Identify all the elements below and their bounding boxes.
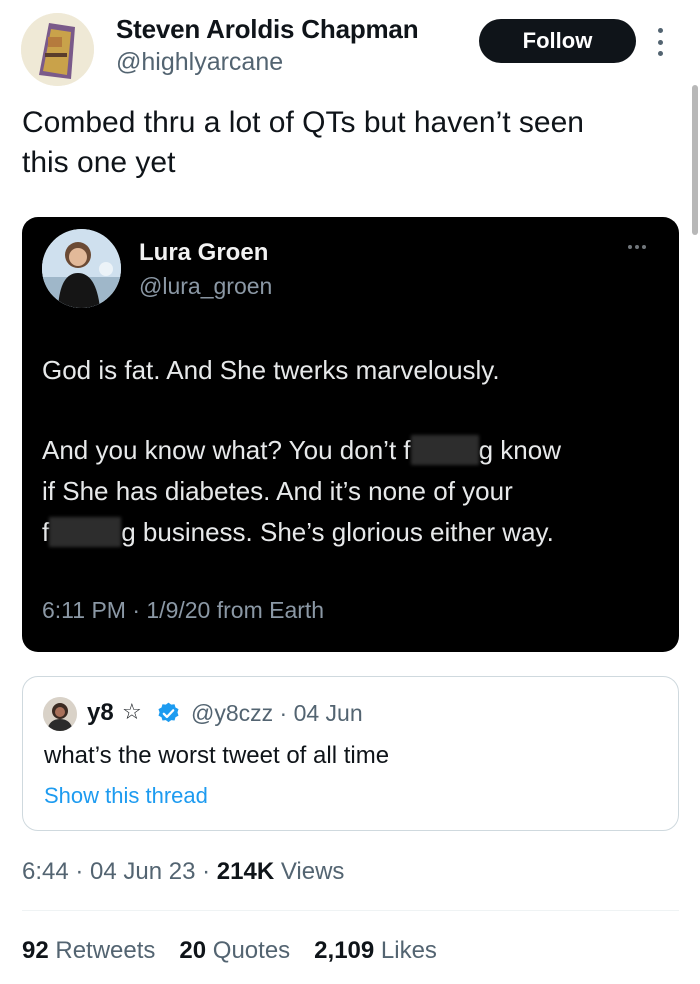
likes-count: 2,109 — [314, 937, 375, 964]
embedded-avatar — [42, 229, 121, 308]
quoted-handle-date: @y8czz · 04 Jun — [191, 700, 363, 726]
quoted-avatar[interactable] — [43, 697, 77, 731]
more-options-icon[interactable] — [650, 24, 670, 60]
author-handle[interactable]: @highlyarcane — [116, 48, 283, 77]
author-name[interactable]: Steven Aroldis Chapman — [116, 14, 419, 45]
tweet-image[interactable]: Lura Groen @lura_groen God is fat. And S… — [22, 217, 679, 652]
show-thread-link[interactable]: Show this thread — [44, 783, 208, 809]
divider — [22, 910, 679, 911]
embedded-text-segment: And you know what? You don’t f — [42, 435, 411, 465]
embedded-handle: @lura_groen — [139, 273, 273, 299]
views-count: 214K — [216, 858, 275, 885]
embedded-text-line: And you know what? You don’t f g know — [42, 435, 561, 466]
embedded-text-line: if She has diabetes. And it’s none of yo… — [42, 476, 513, 506]
engagement-stats: 92 Retweets 20 Quotes 2,109 Likes — [22, 937, 437, 965]
verified-badge-icon — [158, 702, 179, 723]
quotes-count: 20 — [179, 937, 207, 964]
scrollbar[interactable] — [692, 85, 698, 235]
tweet-meta: 6:44 · 04 Jun 23 · 214K Views — [22, 858, 344, 886]
author-avatar[interactable] — [21, 13, 94, 86]
embedded-text-line: God is fat. And She twerks marvelously. — [42, 355, 500, 385]
timestamp[interactable]: 6:44 · 04 Jun 23 · — [22, 858, 217, 885]
embedded-text-line: f g business. She’s glorious either way. — [42, 517, 554, 548]
quoted-text: what’s the worst tweet of all time — [44, 742, 390, 769]
embedded-name: Lura Groen — [139, 239, 269, 266]
retweets-stat[interactable]: 92 Retweets — [22, 937, 155, 965]
tweet-text-line: this one yet — [22, 146, 176, 179]
follow-button[interactable]: Follow — [479, 19, 636, 63]
quoted-avatar-image — [43, 697, 77, 731]
retweets-label: Retweets — [48, 937, 156, 964]
quotes-stat[interactable]: 20 Quotes — [179, 937, 290, 965]
retweets-count: 92 — [22, 937, 49, 964]
quoted-tweet-card[interactable]: y8 ☆ @y8czz · 04 Jun what’s the worst tw… — [22, 676, 679, 831]
censor-bar — [49, 517, 122, 547]
quoted-name[interactable]: y8 — [87, 699, 114, 727]
embedded-avatar-photo — [42, 229, 121, 308]
embedded-text-segment: g know — [478, 435, 561, 465]
embedded-text-segment: f — [42, 517, 50, 547]
embedded-more-icon — [628, 245, 646, 249]
embedded-timestamp: 6:11 PM · 1/9/20 from Earth — [42, 597, 325, 623]
views-label: Views — [274, 858, 345, 885]
likes-label: Likes — [374, 937, 437, 964]
quotes-label: Quotes — [206, 937, 291, 964]
tweet-text: Combed thru a lot of QTs but haven’t see… — [22, 103, 672, 183]
likes-stat[interactable]: 2,109 Likes — [314, 937, 437, 965]
author-avatar-image — [21, 13, 94, 86]
embedded-text-segment: g business. She’s glorious either way. — [121, 517, 554, 547]
star-icon: ☆ — [122, 699, 142, 724]
tweet-text-line: Combed thru a lot of QTs but haven’t see… — [22, 106, 584, 139]
censor-bar — [410, 435, 479, 465]
